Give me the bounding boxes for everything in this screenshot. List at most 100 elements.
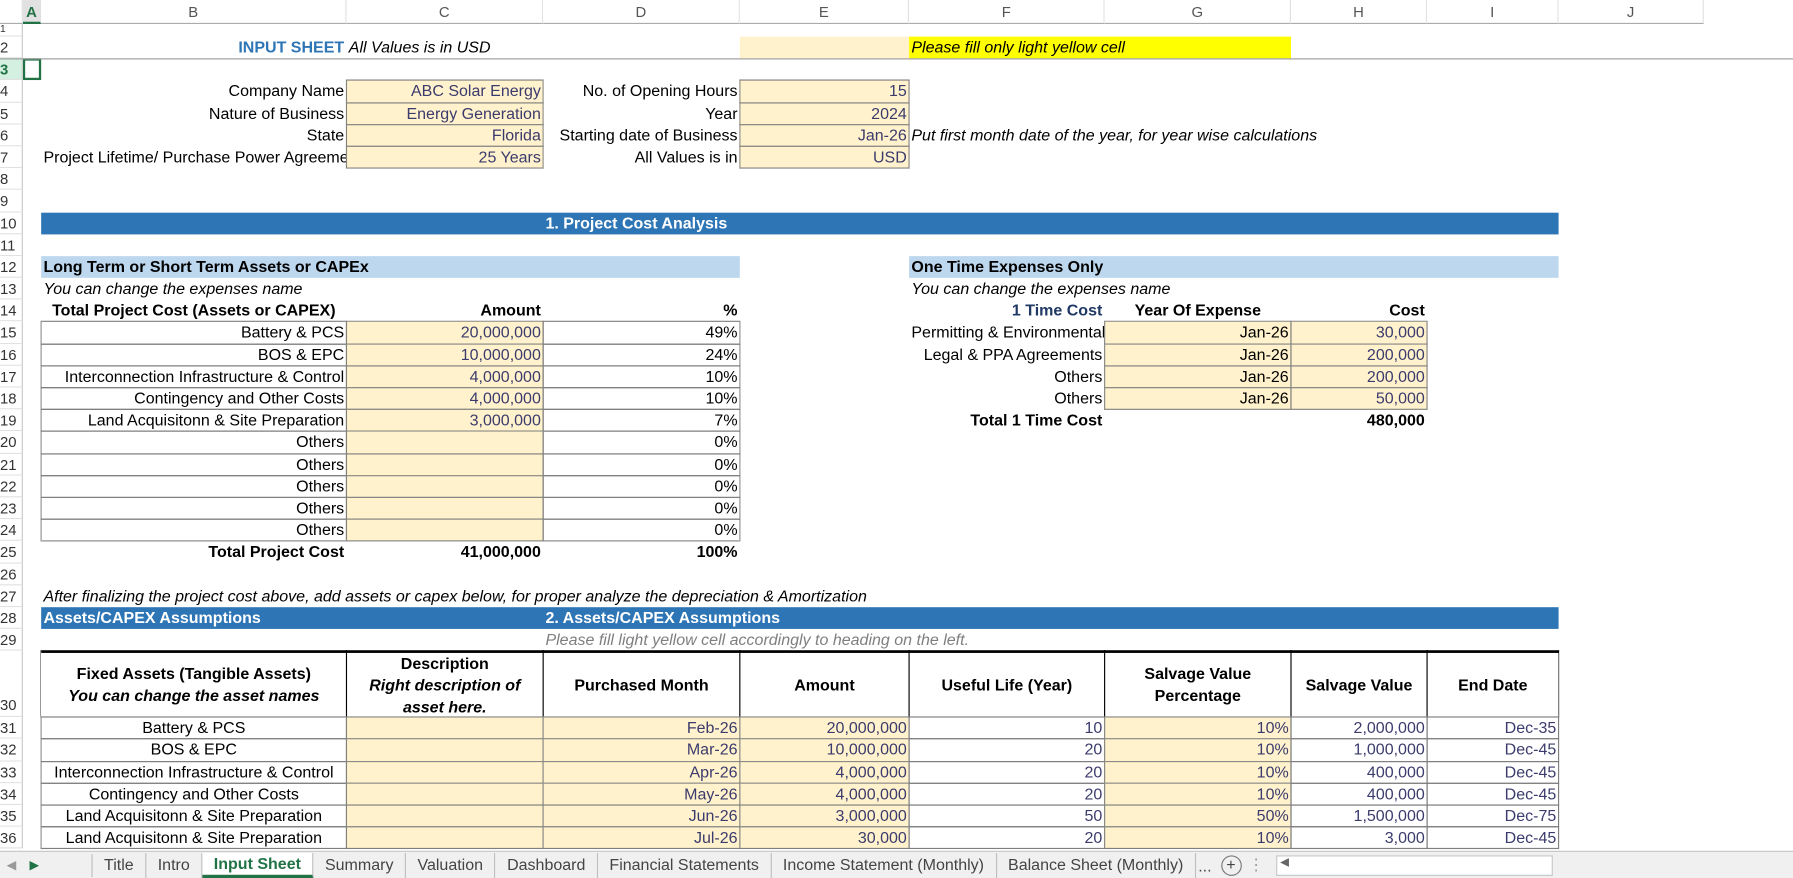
amount-input[interactable]: 30,000 bbox=[739, 826, 910, 849]
capex-amount-input[interactable]: 10,000,000 bbox=[346, 343, 544, 366]
field-input[interactable]: USD bbox=[739, 146, 910, 169]
salvage-percent-input[interactable]: 10% bbox=[1104, 717, 1292, 740]
one-time-cost-input[interactable]: 50,000 bbox=[1291, 387, 1428, 410]
purchased-month-input[interactable]: Mar-26 bbox=[543, 739, 740, 762]
one-time-year-input[interactable]: Jan-26 bbox=[1104, 343, 1292, 366]
row-header[interactable]: 7 bbox=[0, 146, 23, 169]
tab-input-sheet[interactable]: Input Sheet bbox=[202, 852, 314, 878]
row-header[interactable]: 16 bbox=[0, 343, 23, 366]
row-header[interactable]: 22 bbox=[0, 475, 23, 498]
capex-amount-input[interactable]: 4,000,000 bbox=[346, 387, 544, 410]
column-header-c[interactable]: C bbox=[346, 0, 544, 25]
one-time-cost-input[interactable]: 200,000 bbox=[1291, 343, 1428, 366]
row-header[interactable]: 18 bbox=[0, 387, 23, 410]
capex-name[interactable]: Others bbox=[41, 475, 346, 497]
purchased-month-input[interactable]: May-26 bbox=[543, 783, 740, 806]
row-header[interactable]: 13 bbox=[0, 277, 23, 300]
asset-description-input[interactable] bbox=[346, 783, 544, 806]
row-header[interactable]: 33 bbox=[0, 761, 23, 784]
field-input[interactable]: 15 bbox=[739, 80, 910, 103]
row-header[interactable]: 28 bbox=[0, 607, 23, 629]
capex-amount-input[interactable]: 4,000,000 bbox=[346, 365, 544, 388]
capex-amount-input[interactable]: 20,000,000 bbox=[346, 321, 544, 344]
asset-description-input[interactable] bbox=[346, 826, 544, 849]
row-header[interactable]: 8 bbox=[0, 168, 23, 191]
amount-input[interactable]: 3,000,000 bbox=[739, 805, 910, 827]
row-header[interactable]: 2 bbox=[0, 36, 23, 59]
row-header[interactable]: 27 bbox=[0, 585, 23, 608]
one-time-year-input[interactable]: Jan-26 bbox=[1104, 365, 1292, 388]
field-input[interactable]: Florida bbox=[346, 124, 544, 147]
one-time-name[interactable]: Permitting & Environmental Studies bbox=[909, 322, 1163, 344]
row-header[interactable]: 29 bbox=[0, 628, 23, 651]
capex-amount-input[interactable] bbox=[346, 453, 544, 476]
column-header-e[interactable]: E bbox=[739, 0, 910, 25]
column-header-a[interactable]: A bbox=[22, 0, 42, 25]
capex-amount-input[interactable] bbox=[346, 497, 544, 520]
capex-amount-input[interactable] bbox=[346, 475, 544, 498]
row-header[interactable]: 4 bbox=[0, 80, 23, 103]
column-header-b[interactable]: B bbox=[41, 0, 347, 25]
capex-name[interactable]: Interconnection Infrastructure & Control bbox=[41, 366, 346, 388]
tab-valuation[interactable]: Valuation bbox=[406, 852, 496, 878]
select-all-corner[interactable] bbox=[0, 0, 23, 25]
row-header[interactable]: 25 bbox=[0, 541, 23, 564]
one-time-cost-input[interactable]: 200,000 bbox=[1291, 365, 1428, 388]
capex-amount-input[interactable]: 3,000,000 bbox=[346, 409, 544, 432]
tab-intro[interactable]: Intro bbox=[146, 852, 203, 878]
row-header[interactable]: 32 bbox=[0, 739, 23, 762]
salvage-percent-input[interactable]: 10% bbox=[1104, 761, 1292, 784]
row-header[interactable]: 20 bbox=[0, 431, 23, 454]
useful-life[interactable]: 20 bbox=[909, 739, 1105, 761]
row-header[interactable]: 15 bbox=[0, 321, 23, 344]
column-header-f[interactable]: F bbox=[909, 0, 1105, 25]
useful-life[interactable]: 20 bbox=[909, 827, 1105, 849]
purchased-month-input[interactable]: Feb-26 bbox=[543, 717, 740, 740]
salvage-percent-input[interactable]: 10% bbox=[1104, 783, 1292, 806]
capex-amount-input[interactable] bbox=[346, 519, 544, 542]
tab-balance-sheet-monthly[interactable]: Balance Sheet (Monthly) bbox=[997, 852, 1196, 878]
row-header[interactable]: 9 bbox=[0, 190, 23, 213]
useful-life[interactable]: 20 bbox=[909, 761, 1105, 783]
one-time-cost-input[interactable]: 30,000 bbox=[1291, 321, 1428, 344]
row-header[interactable]: 24 bbox=[0, 519, 23, 542]
column-header-d[interactable]: D bbox=[543, 0, 740, 25]
scroll-left-icon[interactable]: ◀ bbox=[1280, 856, 1289, 869]
salvage-percent-input[interactable]: 10% bbox=[1104, 826, 1292, 849]
capex-name[interactable]: Others bbox=[41, 432, 346, 454]
row-header[interactable]: 34 bbox=[0, 783, 23, 806]
amount-input[interactable]: 10,000,000 bbox=[739, 739, 910, 762]
tab-summary[interactable]: Summary bbox=[314, 852, 407, 878]
amount-input[interactable]: 4,000,000 bbox=[739, 783, 910, 806]
salvage-percent-input[interactable]: 10% bbox=[1104, 739, 1292, 762]
purchased-month-input[interactable]: Jun-26 bbox=[543, 805, 740, 827]
column-header-h[interactable]: H bbox=[1291, 0, 1428, 25]
asset-description-input[interactable] bbox=[346, 739, 544, 762]
capex-name[interactable]: Land Acquisitonn & Site Preparation bbox=[41, 410, 346, 432]
useful-life[interactable]: 20 bbox=[909, 783, 1105, 805]
row-header[interactable]: 26 bbox=[0, 563, 23, 586]
row-header[interactable]: 31 bbox=[0, 717, 23, 740]
input-cell[interactable] bbox=[739, 36, 910, 59]
capex-name[interactable]: Others bbox=[41, 453, 346, 475]
row-header[interactable]: 23 bbox=[0, 497, 23, 520]
selected-cell-a3[interactable] bbox=[22, 58, 42, 81]
tab-dashboard[interactable]: Dashboard bbox=[496, 852, 598, 878]
row-header[interactable]: 35 bbox=[0, 805, 23, 827]
field-input[interactable]: Energy Generation bbox=[346, 102, 544, 125]
asset-description-input[interactable] bbox=[346, 761, 544, 784]
capex-name[interactable]: Others bbox=[41, 519, 346, 541]
capex-name[interactable]: BOS & EPC bbox=[41, 344, 346, 366]
useful-life[interactable]: 10 bbox=[909, 717, 1105, 739]
row-header[interactable]: 11 bbox=[0, 234, 23, 256]
horizontal-scrollbar[interactable]: ◀ bbox=[1275, 854, 1553, 876]
column-header-g[interactable]: G bbox=[1104, 0, 1292, 25]
capex-amount-input[interactable] bbox=[346, 431, 544, 454]
field-input[interactable]: Jan-26 bbox=[739, 124, 910, 147]
row-header[interactable]: 1 bbox=[0, 24, 23, 37]
capex-name[interactable]: Contingency and Other Costs bbox=[41, 388, 346, 410]
amount-input[interactable]: 20,000,000 bbox=[739, 717, 910, 740]
purchased-month-input[interactable]: Jul-26 bbox=[543, 826, 740, 849]
row-header[interactable]: 21 bbox=[0, 453, 23, 476]
one-time-year-input[interactable]: Jan-26 bbox=[1104, 387, 1292, 410]
